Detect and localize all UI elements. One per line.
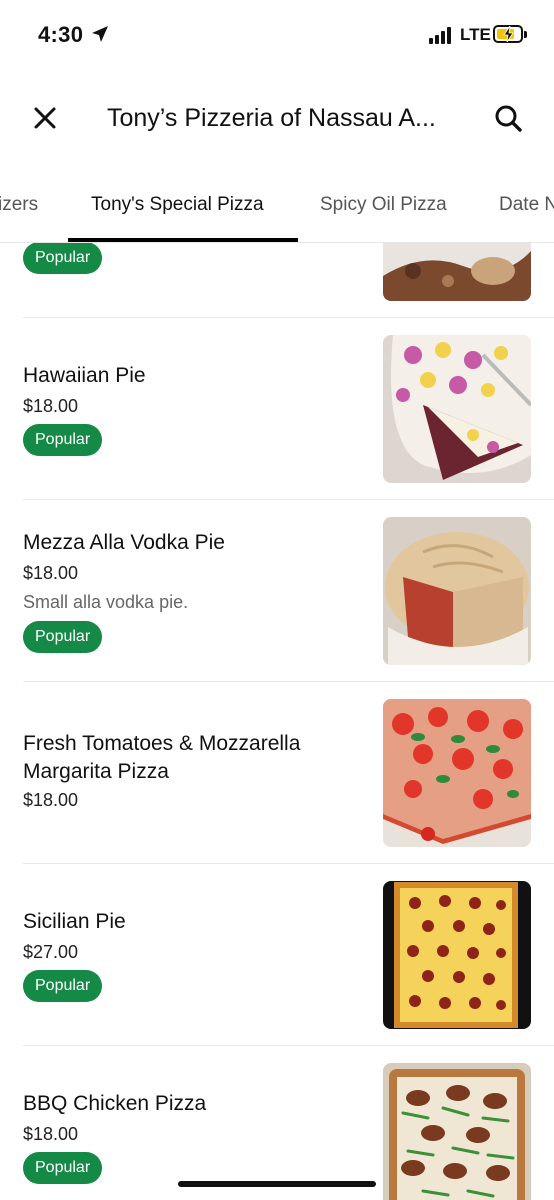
status-bar: 4:30 LTE [0,0,554,70]
search-icon[interactable] [492,102,524,134]
item-name: Hawaiian Pie [23,364,146,387]
popular-badge: Popular [23,424,103,456]
home-indicator[interactable] [178,1181,376,1187]
item-price: $18.00 [23,790,79,810]
menu-item[interactable]: Hawaiian Pie $18.00 Popular [0,318,554,499]
signal-bars-icon [429,26,455,44]
pizza-thumbnail [383,243,531,301]
item-name: Fresh Tomatoes & Mozzarella Margarita Pi… [23,732,301,783]
item-price: $18.00 [23,563,79,583]
menu-item[interactable]: Fresh Tomatoes & Mozzarella Margarita Pi… [0,682,554,863]
status-time: 4:30 [38,22,84,47]
pizza-thumbnail [383,881,531,1029]
location-arrow-icon [92,26,108,42]
tab-spicy-oil-pizza[interactable]: Spicy Oil Pizza [320,194,447,216]
pizza-thumbnail [383,335,531,483]
item-name: Sicilian Pie [23,910,126,933]
menu-item[interactable]: Sicilian Pie $27.00 Popular [0,864,554,1045]
item-description: Small alla vodka pie. [23,592,189,612]
pizza-thumbnail [383,1063,531,1200]
item-price: $27.00 [23,942,79,962]
tab-appetizers[interactable]: izers [0,194,38,216]
popular-badge: Popular [23,970,103,1002]
popular-badge: Popular [23,1152,103,1184]
network-type: LTE [460,25,491,44]
store-header: Tony’s Pizzeria of Nassau A... [0,80,554,160]
tab-date-night[interactable]: Date N [499,194,554,216]
item-name: BBQ Chicken Pizza [23,1092,207,1115]
item-name: Mezza Alla Vodka Pie [23,531,225,554]
menu-item[interactable]: BBQ Chicken Pizza $18.00 Popular [0,1046,554,1200]
popular-badge: Popular [23,243,103,274]
item-price: $18.00 [23,396,79,416]
battery-charging-icon [493,25,523,43]
item-price: $18.00 [23,1124,79,1144]
tab-tonys-special-pizza[interactable]: Tony's Special Pizza [91,194,264,216]
menu-item[interactable]: Mezza Alla Vodka Pie $18.00 Small alla v… [0,500,554,681]
pizza-thumbnail [383,517,531,665]
menu-list: Popular Hawaiian Pie $18.00 Popular Mezz… [0,243,554,1200]
store-title: Tony’s Pizzeria of Nassau A... [107,104,436,132]
pizza-thumbnail [383,699,531,847]
menu-item[interactable]: Popular [0,243,554,317]
battery-tip [524,31,527,38]
category-tabs: izers Tony's Special Pizza Spicy Oil Piz… [0,170,554,243]
close-icon[interactable] [30,103,60,133]
popular-badge: Popular [23,621,103,653]
